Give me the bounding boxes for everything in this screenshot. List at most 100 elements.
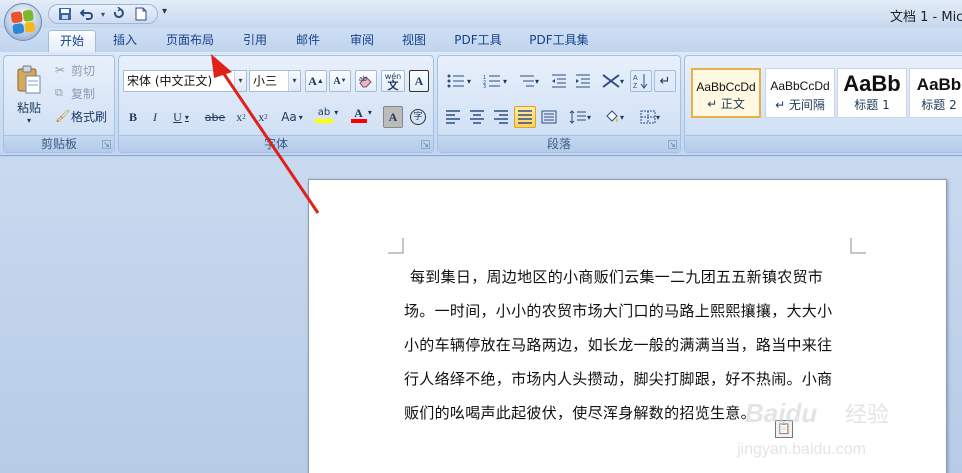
style-heading-1[interactable]: AaBb 标题 1 bbox=[837, 68, 907, 118]
title-bar: ▾ ▾ 文档 1 - Mic bbox=[0, 0, 962, 28]
tab-references[interactable]: 引用 bbox=[232, 30, 278, 52]
redo-icon[interactable] bbox=[109, 6, 129, 22]
chevron-down-icon: ▾ bbox=[534, 76, 539, 86]
align-left-button[interactable] bbox=[442, 106, 464, 128]
save-icon[interactable] bbox=[55, 6, 75, 22]
distributed-button[interactable] bbox=[538, 106, 560, 128]
increase-indent-button[interactable] bbox=[572, 70, 594, 92]
paragraph-dialog-launcher-icon[interactable]: ↘ bbox=[668, 140, 677, 149]
font-color-swatch bbox=[351, 119, 367, 123]
font-color-button[interactable]: A ▾ bbox=[347, 104, 379, 126]
subscript-mark: 2 bbox=[242, 113, 246, 121]
styles-group: AaBbCcDd ↵ 正文 AaBbCcDd ↵ 无间隔 AaBb 标题 1 A… bbox=[684, 55, 962, 153]
line-spacing-button[interactable]: ▾ bbox=[564, 106, 596, 128]
tab-pdf-toolset[interactable]: PDF工具集 bbox=[520, 30, 598, 52]
undo-icon[interactable] bbox=[77, 6, 97, 22]
font-dialog-launcher-icon[interactable]: ↘ bbox=[421, 140, 430, 149]
italic-button[interactable]: I bbox=[145, 106, 165, 128]
distributed-icon bbox=[541, 110, 557, 124]
align-center-button[interactable] bbox=[466, 106, 488, 128]
grow-font-button[interactable]: A ▲ bbox=[305, 70, 327, 92]
tab-insert[interactable]: 插入 bbox=[100, 30, 150, 52]
chevron-down-icon: ▾ bbox=[298, 112, 303, 122]
crop-mark-top-left bbox=[388, 238, 404, 254]
font-name-select[interactable]: 宋体 (中文正文) ▾ bbox=[123, 70, 247, 92]
show-formatting-marks-button[interactable]: ↵ bbox=[654, 70, 676, 92]
enclose-characters-button[interactable]: 字 bbox=[407, 106, 429, 128]
grow-font-label: A bbox=[308, 73, 317, 88]
align-left-icon bbox=[446, 110, 460, 124]
align-right-button[interactable] bbox=[490, 106, 512, 128]
copy-icon: ⧉ bbox=[55, 86, 63, 99]
character-shading-button[interactable]: A bbox=[383, 106, 403, 128]
change-case-button[interactable]: Aa ▾ bbox=[277, 106, 307, 128]
format-painter-button[interactable]: 🖌 格式刷 bbox=[54, 105, 114, 127]
shrink-font-button[interactable]: A ▼ bbox=[329, 70, 351, 92]
superscript-button[interactable]: x2 bbox=[253, 106, 273, 128]
style-no-spacing[interactable]: AaBbCcDd ↵ 无间隔 bbox=[765, 68, 835, 118]
ribbon: 粘贴 ▾ ✂ 剪切 ⧉ 复制 🖌 格式刷 剪贴板 ↘ 宋体 (中文正文) ▾ 小… bbox=[0, 52, 962, 156]
shrink-font-label: A bbox=[333, 75, 341, 87]
clipboard-group: 粘贴 ▾ ✂ 剪切 ⧉ 复制 🖌 格式刷 剪贴板 ↘ bbox=[3, 55, 115, 153]
document-body[interactable]: 每到集日，周边地区的小商贩们云集一二九团五五新镇农贸市 场。一时间，小小的农贸市… bbox=[404, 260, 854, 430]
new-document-icon[interactable] bbox=[131, 6, 151, 22]
style-normal[interactable]: AaBbCcDd ↵ 正文 bbox=[691, 68, 761, 118]
svg-text:ab: ab bbox=[359, 76, 367, 83]
character-border-button[interactable]: A bbox=[409, 70, 429, 92]
justify-button[interactable] bbox=[514, 106, 536, 128]
clear-formatting-button[interactable]: ab bbox=[355, 70, 377, 92]
font-size-select[interactable]: 小三 ▾ bbox=[249, 70, 301, 92]
shading-button[interactable]: ▾ bbox=[598, 106, 630, 128]
svg-text:A: A bbox=[633, 75, 638, 82]
highlight-color-button[interactable]: ab ▾ bbox=[311, 104, 345, 126]
strikethrough-button[interactable]: abe bbox=[201, 106, 229, 128]
character-shading-label: A bbox=[388, 109, 398, 124]
chevron-down-icon: ▾ bbox=[586, 112, 591, 122]
tab-page-layout[interactable]: 页面布局 bbox=[158, 30, 222, 52]
phonetic-guide-button[interactable]: wén 文 bbox=[381, 70, 405, 92]
office-button[interactable] bbox=[4, 3, 42, 41]
font-group-label: 字体 bbox=[119, 135, 433, 152]
document-line: 行人络绎不绝，市场内人头攒动，脚尖打脚跟，好不热闹。小商 bbox=[404, 370, 833, 388]
numbering-button[interactable]: 123 ▾ bbox=[478, 70, 512, 92]
bold-label: B bbox=[128, 109, 137, 124]
decrease-indent-icon bbox=[552, 74, 566, 88]
style-heading-2[interactable]: AaBb 标题 2 bbox=[909, 68, 962, 118]
chevron-down-icon: ▾ bbox=[184, 112, 189, 122]
tab-pdf-tools[interactable]: PDF工具 bbox=[446, 30, 510, 52]
sort-button[interactable]: AZ bbox=[630, 70, 652, 92]
crop-mark-top-right bbox=[850, 238, 866, 254]
cut-button[interactable]: ✂ 剪切 bbox=[54, 59, 112, 81]
tab-review[interactable]: 审阅 bbox=[340, 30, 384, 52]
clipboard-group-label: 剪贴板 bbox=[4, 135, 114, 152]
customize-toolbar-icon[interactable]: ▾ bbox=[162, 6, 167, 17]
style-label: 标题 1 bbox=[854, 98, 890, 112]
underline-button[interactable]: U ▾ bbox=[167, 106, 195, 128]
clipboard-dialog-launcher-icon[interactable]: ↘ bbox=[102, 140, 111, 149]
chevron-down-icon: ▾ bbox=[619, 112, 624, 122]
quick-access-toolbar: ▾ bbox=[48, 4, 158, 24]
tab-home[interactable]: 开始 bbox=[48, 30, 96, 52]
decrease-indent-button[interactable] bbox=[548, 70, 570, 92]
asian-layout-button[interactable]: ▾ bbox=[598, 70, 628, 92]
paste-button[interactable]: 粘贴 ▾ bbox=[8, 58, 50, 132]
paste-options-icon[interactable]: 📋 bbox=[775, 420, 793, 438]
undo-dropdown-icon[interactable]: ▾ bbox=[99, 6, 107, 22]
style-label: 标题 2 bbox=[921, 98, 957, 112]
bold-button[interactable]: B bbox=[123, 106, 143, 128]
tab-view[interactable]: 视图 bbox=[392, 30, 436, 52]
document-line: 场。一时间，小小的农贸市场大门口的马路上熙熙攘攘，大大小 bbox=[404, 302, 833, 320]
enclose-characters-label: 字 bbox=[410, 109, 426, 125]
multilevel-list-icon bbox=[519, 75, 534, 87]
tab-mailings[interactable]: 邮件 bbox=[286, 30, 330, 52]
borders-button[interactable]: ▾ bbox=[634, 106, 666, 128]
bullets-button[interactable]: ▾ bbox=[442, 70, 476, 92]
multilevel-list-button[interactable]: ▾ bbox=[514, 70, 544, 92]
paragraph-group: ▾ 123 ▾ ▾ ▾ AZ ↵ ▾ ▾ ▾ 段落 ↘ bbox=[437, 55, 681, 153]
subscript-button[interactable]: x2 bbox=[231, 106, 251, 128]
copy-button[interactable]: ⧉ 复制 bbox=[54, 82, 112, 104]
change-case-label: Aa bbox=[281, 110, 297, 124]
increase-indent-icon bbox=[576, 74, 590, 88]
chevron-down-icon: ▾ bbox=[655, 112, 660, 122]
superscript-mark: 2 bbox=[264, 113, 268, 121]
